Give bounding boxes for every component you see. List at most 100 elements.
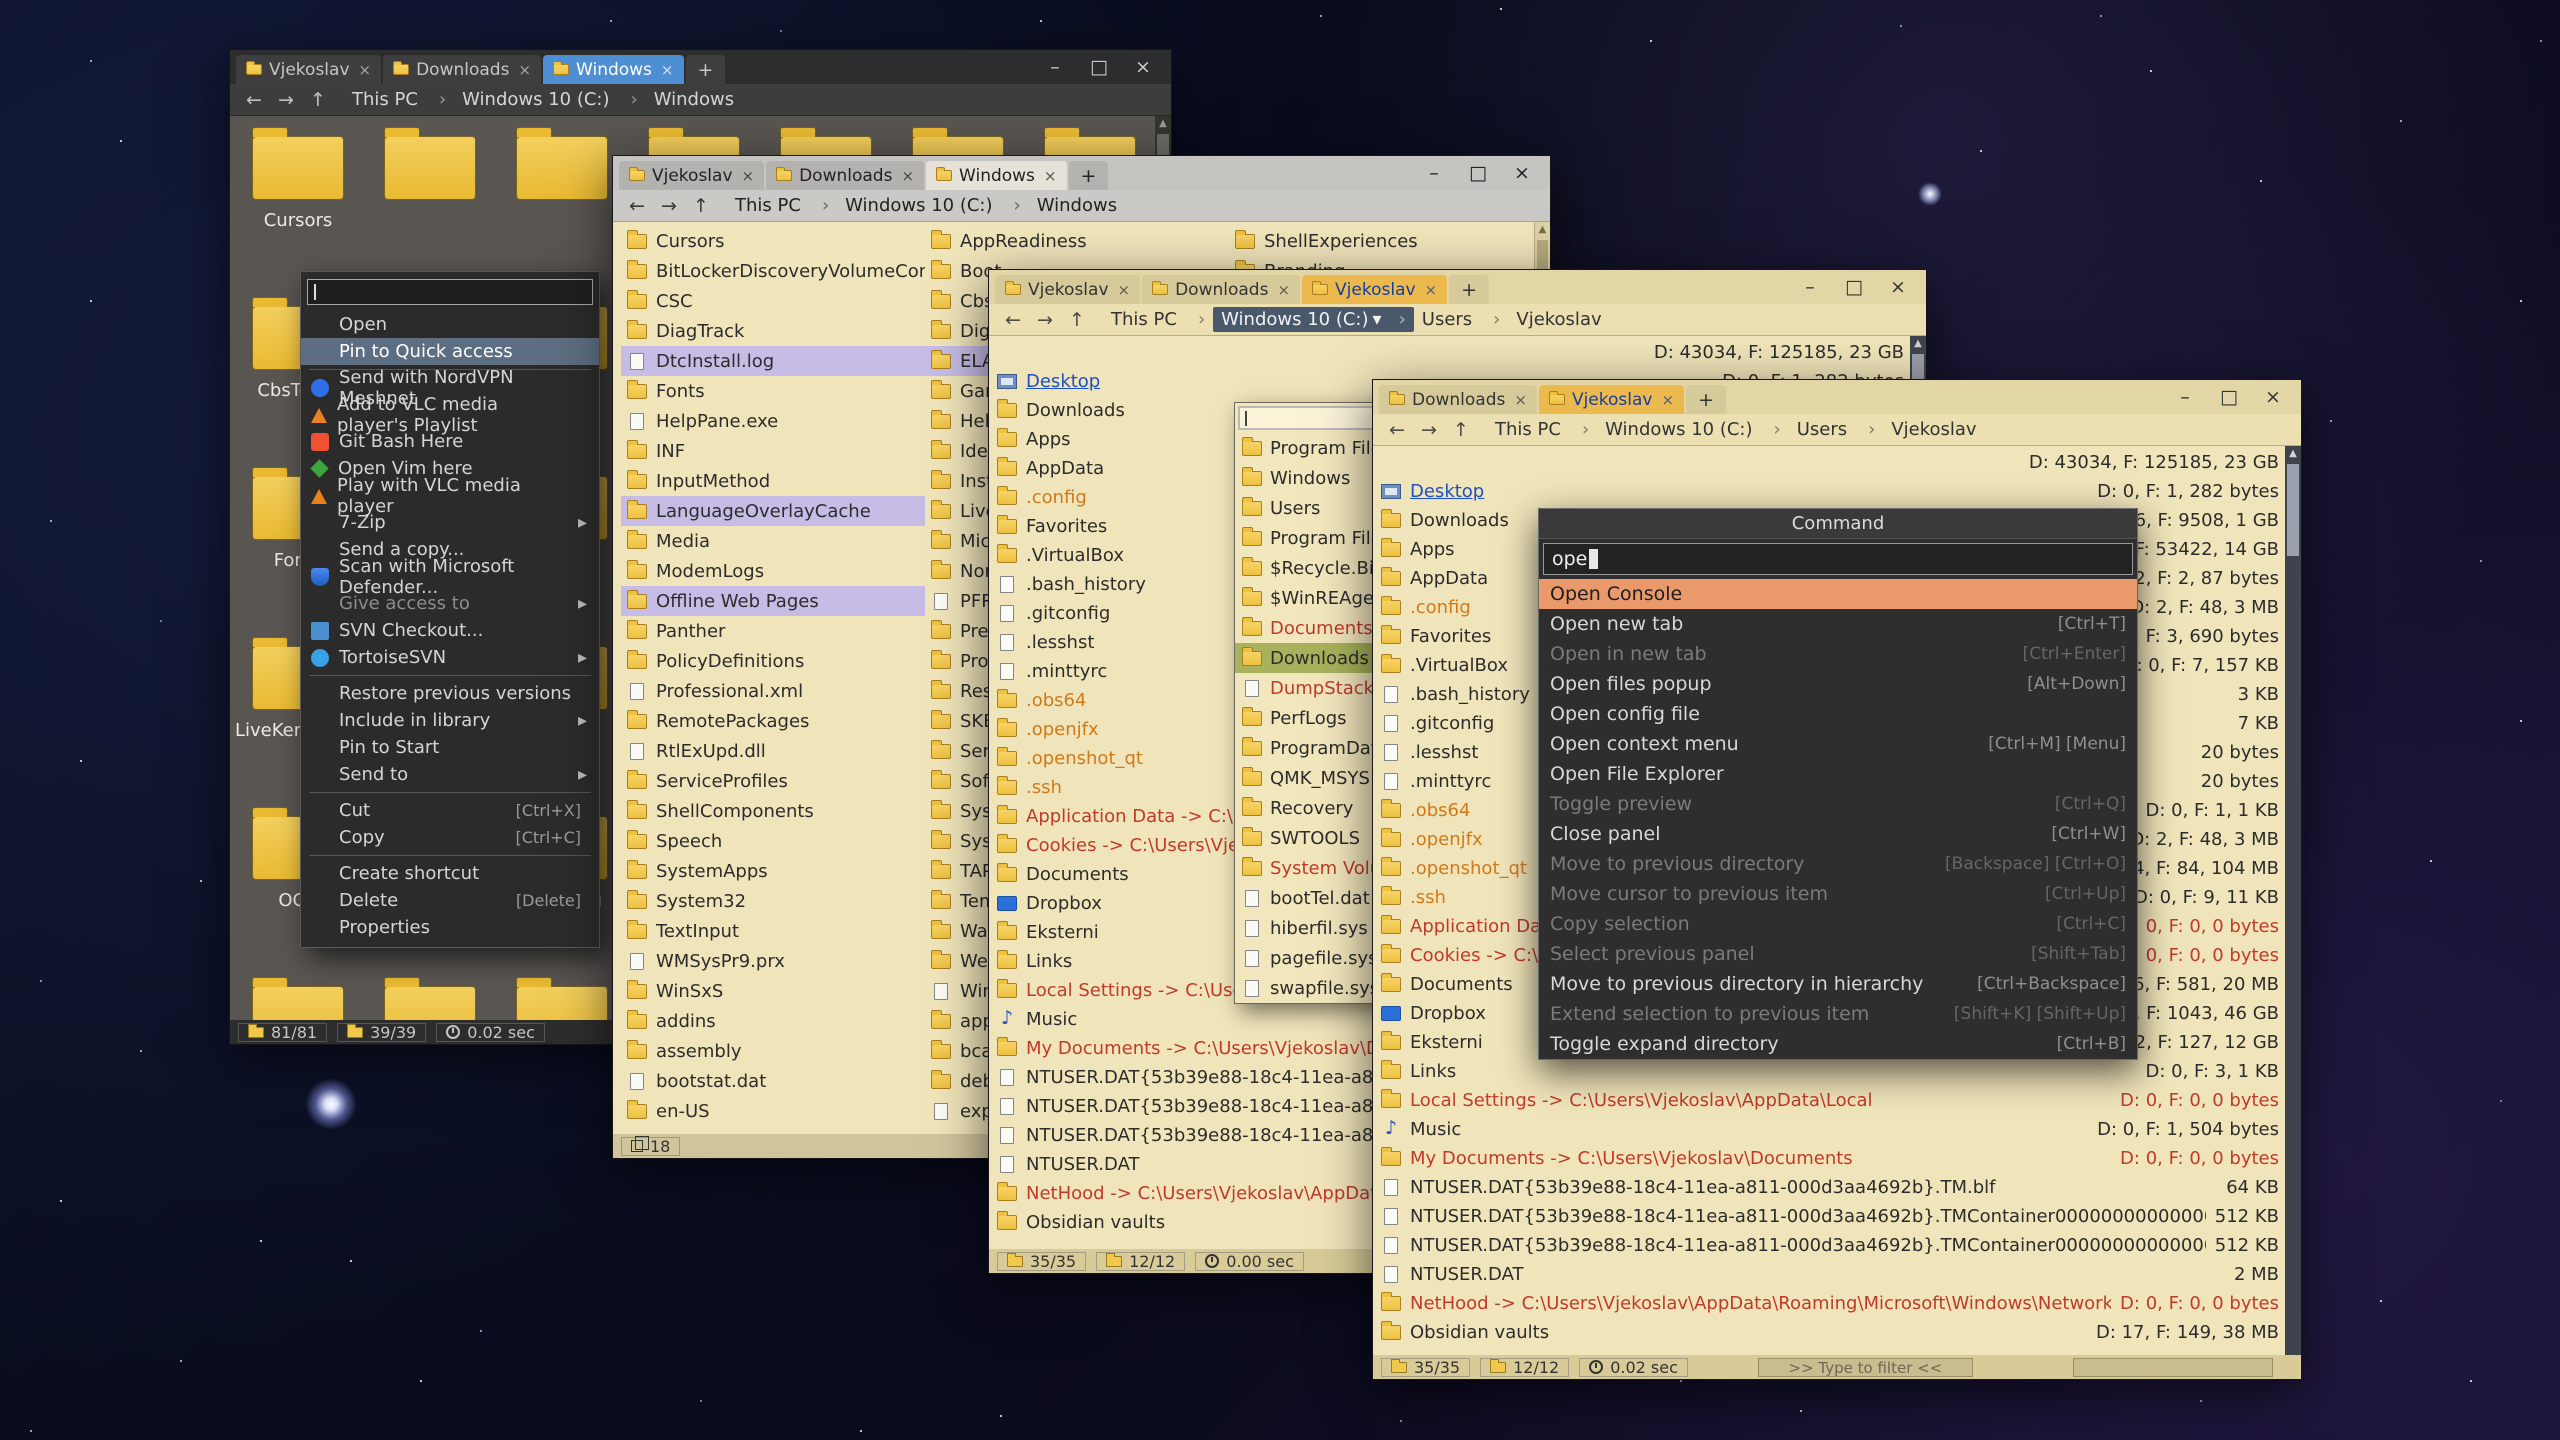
new-tab-button[interactable]: + [1686, 385, 1726, 414]
breadcrumb-item[interactable]: Windows 10 (C:) [1597, 417, 1789, 442]
file-row[interactable]: en-US [621, 1096, 925, 1126]
tab-close-icon[interactable]: × [1044, 167, 1057, 185]
back-button[interactable]: ← [240, 89, 268, 111]
tab[interactable]: Downloads × [1142, 275, 1300, 304]
file-row[interactable]: Media [621, 526, 925, 556]
palette-command-item[interactable]: Move cursor to previous item [Ctrl+Up] [1539, 879, 2137, 909]
context-menu-item[interactable]: Add to VLC media player's Playlist [301, 401, 599, 428]
context-menu-item[interactable]: Copy [Ctrl+C] [301, 824, 599, 851]
tab[interactable]: Vjekoslav × [995, 275, 1140, 304]
grid-item[interactable] [496, 972, 628, 1020]
file-row[interactable]: AppReadiness [925, 226, 1229, 256]
maximize-button[interactable]: □ [2207, 380, 2251, 414]
palette-command-item[interactable]: Open new tab [Ctrl+T] [1539, 609, 2137, 639]
file-row[interactable]: Fonts [621, 376, 925, 406]
tab-close-icon[interactable]: × [1425, 281, 1438, 299]
scrollbar[interactable]: ▲ [2285, 446, 2301, 1355]
tab-close-icon[interactable]: × [901, 167, 914, 185]
palette-command-item[interactable]: Move to previous directory [Backspace] [… [1539, 849, 2137, 879]
close-button[interactable]: × [1121, 50, 1165, 84]
status-input-box[interactable] [2073, 1358, 2273, 1377]
context-menu-item[interactable]: Include in library ▸ [301, 707, 599, 734]
back-button[interactable]: ← [1383, 419, 1411, 441]
file-row[interactable]: D: 43034, F: 125185, 23 GB [1381, 448, 2279, 477]
file-row[interactable]: My Documents -> C:\Users\Vjekoslav\Docum… [1381, 1144, 2279, 1173]
breadcrumb-item[interactable]: This PC [1487, 417, 1597, 442]
context-menu-item[interactable] [309, 855, 591, 856]
breadcrumb-item[interactable]: Users [1414, 307, 1509, 332]
tab-close-icon[interactable]: × [1661, 391, 1674, 409]
file-row[interactable]: NetHood -> C:\Users\Vjekoslav\AppData\Ro… [1381, 1289, 2279, 1318]
palette-command-item[interactable]: Extend selection to previous item [Shift… [1539, 999, 2137, 1029]
scroll-up-icon[interactable]: ▲ [1535, 222, 1550, 238]
context-menu-item[interactable]: Pin to Quick access [301, 338, 599, 365]
context-menu-item[interactable]: Cut [Ctrl+X] [301, 797, 599, 824]
context-menu-item[interactable]: SVN Checkout... [301, 617, 599, 644]
file-row[interactable]: LanguageOverlayCache [621, 496, 925, 526]
file-row[interactable]: System32 [621, 886, 925, 916]
file-row[interactable]: Cursors [621, 226, 925, 256]
tab[interactable]: Downloads × [383, 55, 541, 84]
tab[interactable]: Vjekoslav × [1539, 385, 1684, 414]
file-row[interactable]: ShellExperiences [1229, 226, 1533, 256]
grid-item[interactable] [364, 972, 496, 1020]
scroll-up-icon[interactable]: ▲ [1155, 116, 1171, 132]
palette-command-item[interactable]: Open Console [1539, 579, 2137, 609]
file-row[interactable]: SystemApps [621, 856, 925, 886]
tab-close-icon[interactable]: × [1118, 281, 1131, 299]
palette-command-item[interactable]: Toggle expand directory [Ctrl+B] [1539, 1029, 2137, 1059]
breadcrumb-item[interactable]: Windows [646, 87, 746, 112]
breadcrumb-item[interactable]: This PC [344, 87, 454, 112]
maximize-button[interactable]: □ [1456, 156, 1500, 190]
file-row[interactable]: addins [621, 1006, 925, 1036]
file-row[interactable]: Links D: 0, F: 3, 1 KB [1381, 1057, 2279, 1086]
file-row[interactable]: Local Settings -> C:\Users\Vjekoslav\App… [1381, 1086, 2279, 1115]
file-row[interactable]: InputMethod [621, 466, 925, 496]
tab[interactable]: Vjekoslav × [619, 161, 764, 190]
file-row[interactable]: ModemLogs [621, 556, 925, 586]
new-tab-button[interactable]: + [1069, 161, 1109, 190]
breadcrumb-item[interactable]: Windows [1029, 193, 1129, 218]
tab[interactable]: Windows × [926, 161, 1066, 190]
back-button[interactable]: ← [623, 195, 651, 217]
file-row[interactable]: Desktop D: 0, F: 1, 282 bytes [1381, 477, 2279, 506]
new-tab-button[interactable]: + [1449, 275, 1489, 304]
file-row[interactable]: NTUSER.DAT{53b39e88-18c4-11ea-a811-000d3… [1381, 1173, 2279, 1202]
breadcrumb-item[interactable]: Windows 10 (C:) ▾ [1213, 307, 1414, 332]
tab-close-icon[interactable]: × [359, 61, 372, 79]
palette-command-item[interactable]: Open in new tab [Ctrl+Enter] [1539, 639, 2137, 669]
breadcrumb-item[interactable]: Vjekoslav [1508, 307, 1613, 332]
maximize-button[interactable]: □ [1077, 50, 1121, 84]
close-button[interactable]: × [1876, 270, 1920, 304]
breadcrumb-item[interactable]: Vjekoslav [1883, 417, 1988, 442]
tab[interactable]: Vjekoslav × [1302, 275, 1447, 304]
forward-button[interactable]: → [1031, 309, 1059, 331]
tab-close-icon[interactable]: × [661, 61, 674, 79]
file-row[interactable]: ShellComponents [621, 796, 925, 826]
breadcrumb-item[interactable]: Windows 10 (C:) [454, 87, 646, 112]
file-row[interactable]: Panther [621, 616, 925, 646]
up-button[interactable]: ↑ [1063, 309, 1091, 331]
forward-button[interactable]: → [655, 195, 683, 217]
file-row[interactable]: NTUSER.DAT{53b39e88-18c4-11ea-a811-000d3… [1381, 1202, 2279, 1231]
close-button[interactable]: × [2251, 380, 2295, 414]
context-menu-item[interactable]: Properties [301, 914, 599, 941]
context-menu-item[interactable]: Pin to Start [301, 734, 599, 761]
context-menu-filter-input[interactable] [307, 279, 593, 305]
file-row[interactable]: INF [621, 436, 925, 466]
tab-close-icon[interactable]: × [1514, 391, 1527, 409]
file-row[interactable]: WinSxS [621, 976, 925, 1006]
file-row[interactable]: DtcInstall.log [621, 346, 925, 376]
palette-command-item[interactable]: Toggle preview [Ctrl+Q] [1539, 789, 2137, 819]
minimize-button[interactable]: – [1412, 156, 1456, 190]
file-row[interactable]: Music D: 0, F: 1, 504 bytes [1381, 1115, 2279, 1144]
file-row[interactable]: Speech [621, 826, 925, 856]
minimize-button[interactable]: – [2163, 380, 2207, 414]
palette-command-item[interactable]: Open config file [1539, 699, 2137, 729]
file-row[interactable]: Professional.xml [621, 676, 925, 706]
context-menu-item[interactable]: Scan with Microsoft Defender... [301, 563, 599, 590]
tab-close-icon[interactable]: × [518, 61, 531, 79]
forward-button[interactable]: → [1415, 419, 1443, 441]
scrollbar-thumb[interactable] [2287, 464, 2299, 556]
maximize-button[interactable]: □ [1832, 270, 1876, 304]
